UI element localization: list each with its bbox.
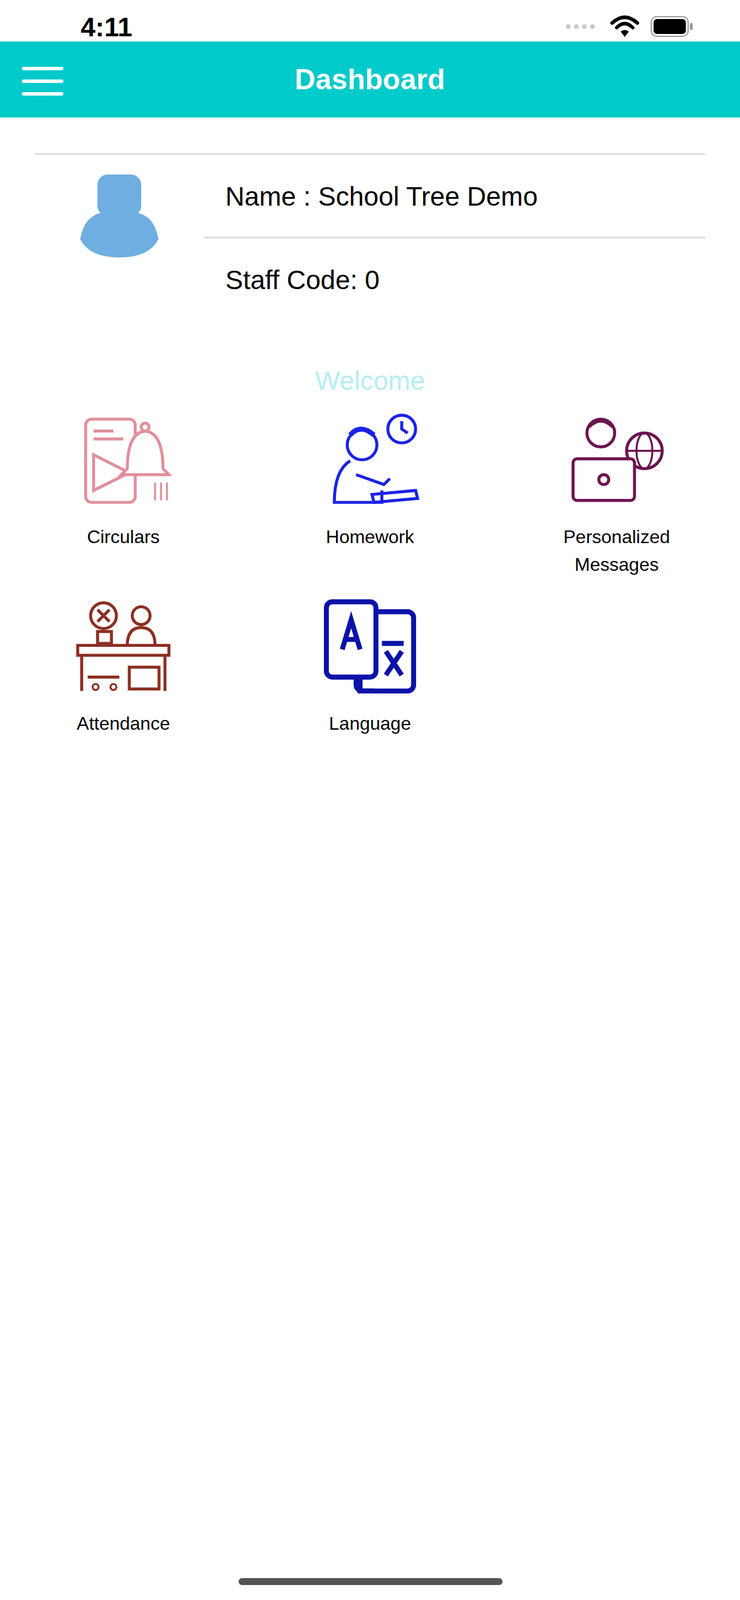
tile-label[interactable]: Attendance	[48, 710, 199, 738]
dashboard-tile[interactable]: Personalized Messages	[493, 409, 740, 579]
profile-card: Name : School Tree Demo Staff Code: 0	[34, 153, 706, 297]
staff-code: Staff Code: 0	[225, 265, 380, 296]
personalized-messages-icon[interactable]	[564, 409, 669, 513]
homework-icon[interactable]	[318, 409, 422, 513]
dashboard-tile[interactable]: Attendance	[0, 595, 247, 738]
welcome-text: Welcome	[315, 365, 426, 396]
screen: 4:11 Dashboard	[0, 0, 740, 1600]
attendance-icon[interactable]	[71, 595, 176, 700]
tile-label[interactable]: Homework	[295, 523, 445, 551]
wifi-icon	[609, 14, 640, 39]
status-time: 4:11	[80, 13, 133, 41]
signal-icon	[564, 20, 600, 33]
tile-label[interactable]: Language	[295, 710, 445, 738]
dashboard-tile[interactable]: Circulars	[0, 409, 247, 579]
dashboard-tile[interactable]: Homework	[246, 409, 494, 579]
staff-row: Staff Code: 0	[204, 238, 706, 298]
profile-name: Name : School Tree Demo	[225, 181, 538, 212]
welcome-row: Welcome	[0, 361, 740, 402]
header-title: Dashboard	[294, 58, 445, 102]
language-icon[interactable]	[318, 595, 422, 700]
profile-info: Name : School Tree Demo Staff Code: 0	[204, 155, 706, 297]
circulars-icon[interactable]	[71, 409, 176, 513]
battery-icon	[650, 15, 694, 38]
header-bar: Dashboard	[0, 41, 740, 118]
status-icons	[564, 14, 694, 39]
home-indicator	[238, 1579, 503, 1587]
tile-grid: Circulars Homework Personalized Messages At…	[0, 409, 740, 738]
tile-label[interactable]: Circulars	[48, 523, 199, 551]
avatar	[34, 155, 205, 297]
status-bar: 4:11	[0, 0, 740, 42]
dashboard-tile[interactable]: Language	[246, 595, 494, 738]
name-row: Name : School Tree Demo	[204, 155, 706, 239]
tile-label[interactable]: Personalized Messages	[541, 523, 692, 579]
avatar-icon	[80, 174, 159, 258]
menu-icon[interactable]	[21, 66, 65, 96]
